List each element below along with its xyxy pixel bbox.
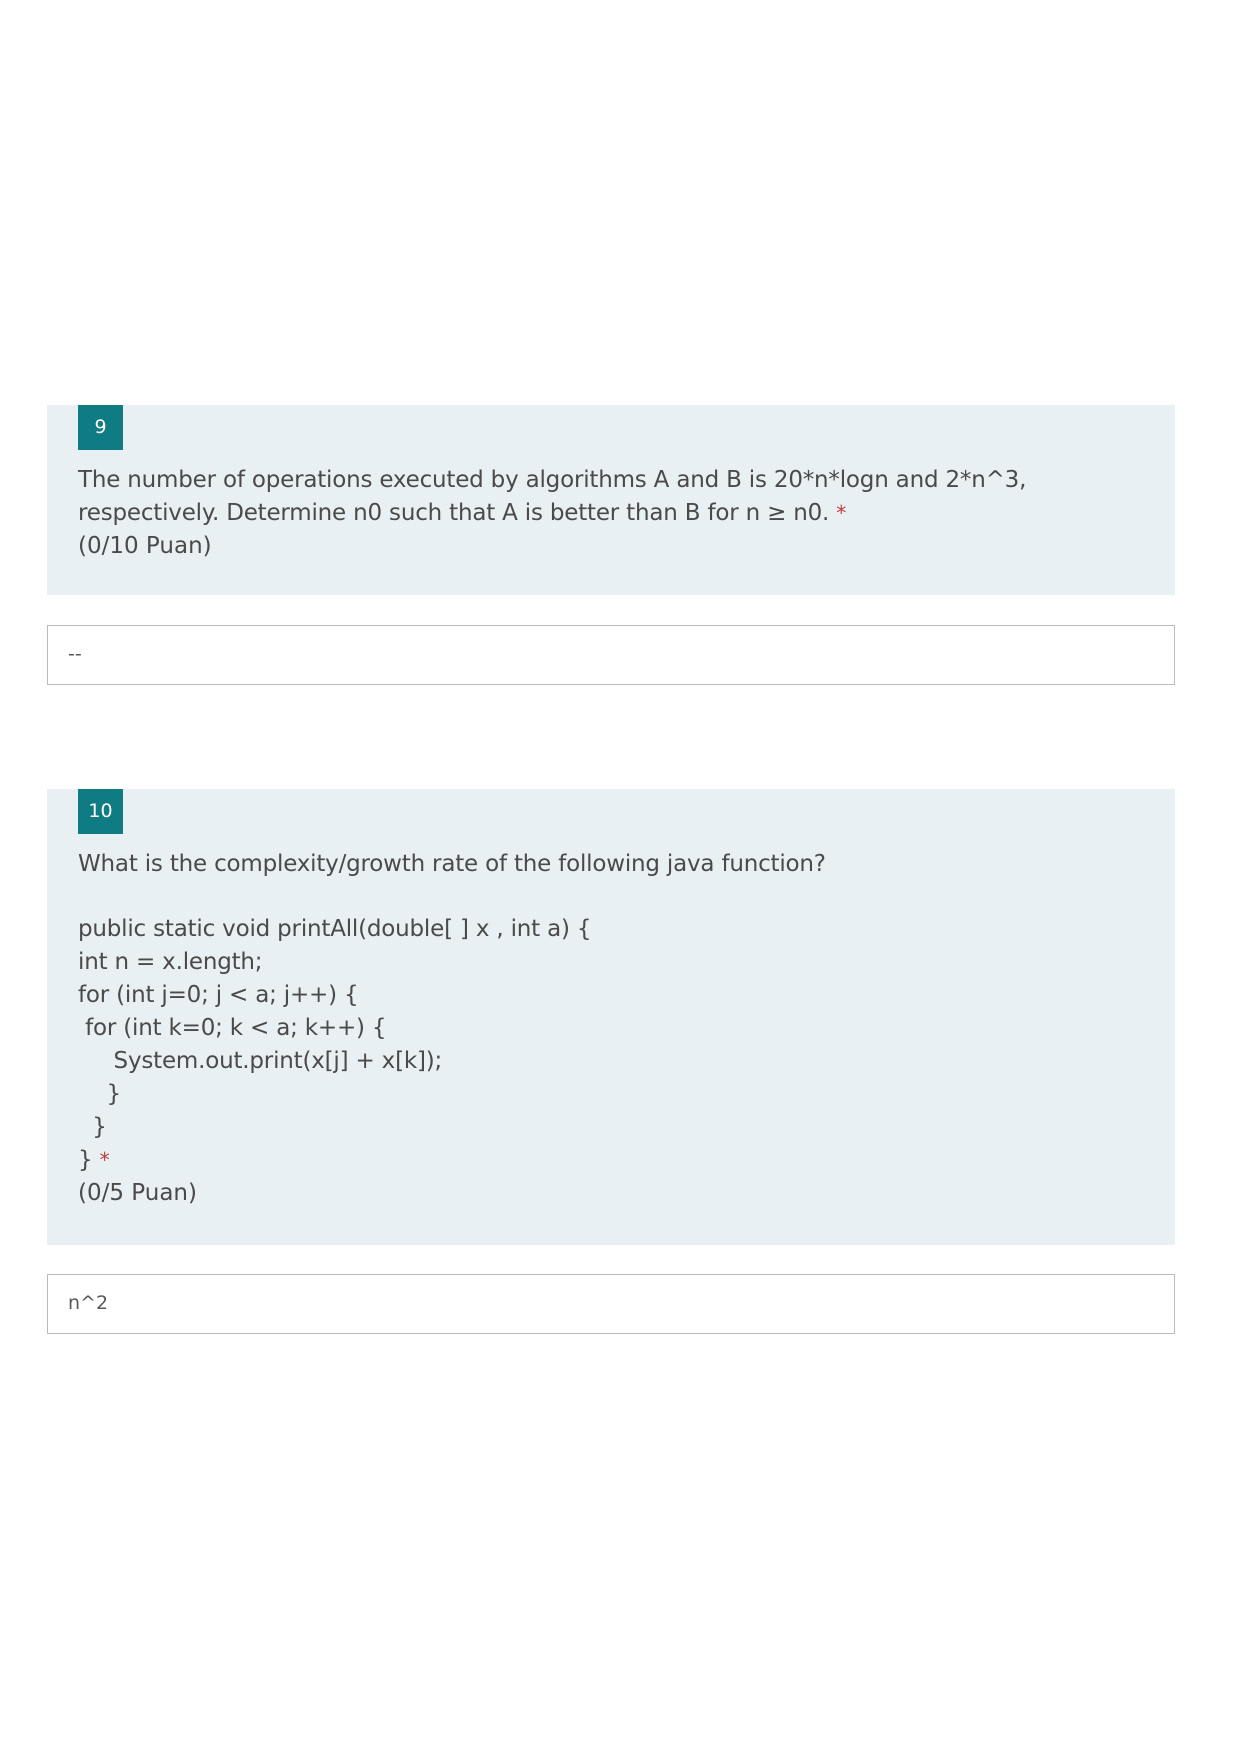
question-points: (0/5 Puan) <box>78 1180 197 1206</box>
question-text: The number of operations executed by alg… <box>78 464 1144 530</box>
answer-field-9[interactable]: -- <box>47 625 1175 685</box>
question-prompt: The number of operations executed by alg… <box>78 467 1027 526</box>
required-asterisk: * <box>836 501 847 525</box>
question-code: public static void printAll(double[ ] x … <box>78 913 1144 1177</box>
question-number-badge: 9 <box>78 405 123 450</box>
question-points: (0/10 Puan) <box>78 533 212 559</box>
question-prompt: What is the complexity/growth rate of th… <box>78 851 826 877</box>
answer-field-10[interactable]: n^2 <box>47 1274 1175 1334</box>
question-card-10: 10 What is the complexity/growth rate of… <box>47 789 1175 1245</box>
question-number-badge: 10 <box>78 789 123 834</box>
required-asterisk: * <box>99 1148 110 1172</box>
question-card-9: 9 The number of operations executed by a… <box>47 405 1175 595</box>
code-snippet: public static void printAll(double[ ] x … <box>78 916 592 1173</box>
